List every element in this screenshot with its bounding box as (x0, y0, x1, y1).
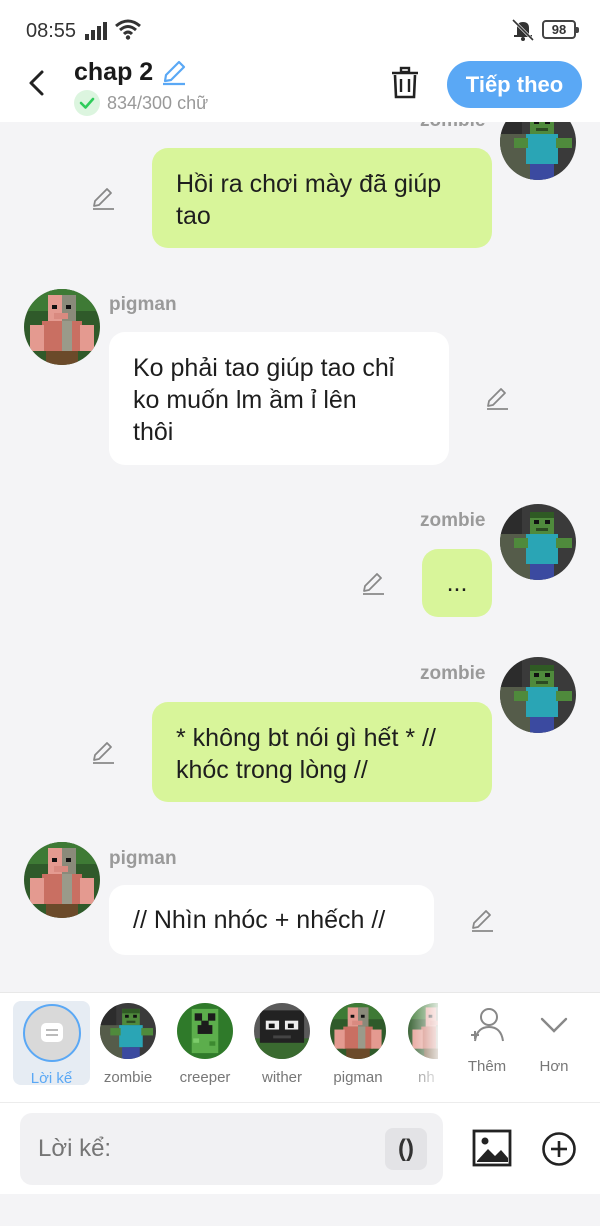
avatar-zombie[interactable] (500, 657, 576, 733)
chat-area[interactable]: zombie Hồi ra chơi mày đã giúp tao pigma… (0, 122, 600, 992)
edit-message-icon[interactable] (90, 739, 116, 765)
avatar-pigman (330, 1003, 386, 1059)
add-person-icon (471, 1008, 504, 1042)
plus-circle-icon[interactable] (541, 1131, 577, 1167)
message-bubble[interactable]: // Nhìn nhóc + nhếch // (109, 885, 434, 955)
message-sender: pigman (109, 294, 177, 315)
word-count: 834/300 chữ (107, 93, 209, 113)
character-label: creeper (179, 1069, 231, 1086)
edit-message-icon[interactable] (469, 907, 495, 933)
mute-icon (511, 18, 535, 42)
message-input[interactable] (20, 1113, 443, 1185)
narrator-avatar (22, 1004, 81, 1062)
message-line: * không bt nói gì hết * // (176, 724, 436, 752)
character-label: pigman (333, 1069, 383, 1086)
character-selector: Lời kể zombie creeper wither pigman nh T… (0, 992, 600, 1102)
message-line: thôi (133, 418, 174, 446)
narrator-label: Lời kể (30, 1070, 73, 1087)
character-wither[interactable]: wither (244, 1003, 320, 1086)
message-sender: zombie (420, 663, 486, 684)
character-label: zombie (103, 1069, 153, 1086)
add-character-button[interactable]: Thêm (457, 1005, 517, 1075)
character-pigman[interactable]: pigman (320, 1003, 396, 1086)
edit-message-icon[interactable] (90, 185, 116, 211)
parenthesis-button[interactable]: () (385, 1128, 427, 1170)
character-zombie[interactable]: zombie (90, 1003, 166, 1086)
avatar-creeper (177, 1003, 233, 1059)
next-button[interactable]: Tiếp theo (447, 61, 582, 108)
message-line: Ko phải tao giúp tao chỉ (133, 354, 395, 382)
avatar-pigman[interactable] (24, 289, 100, 365)
message-sender: pigman (109, 848, 177, 869)
message-bubble[interactable]: * không bt nói gì hết * // khóc trong lò… (152, 702, 492, 802)
chevron-down-icon (540, 1017, 568, 1033)
image-icon[interactable] (472, 1129, 512, 1167)
wifi-icon (115, 19, 141, 40)
system-nav-bar (0, 1194, 600, 1226)
message-line: khóc trong lòng // (176, 756, 368, 784)
composer: () (0, 1102, 600, 1194)
scroll-fade (405, 993, 445, 1093)
message-bubble[interactable]: Hồi ra chơi mày đã giúp tao (152, 148, 492, 248)
message-line: Hồi ra chơi mày đã giúp (176, 170, 442, 198)
message-line: ... (446, 569, 468, 597)
message-line: ko muốn lm ầm ỉ lên (133, 386, 357, 414)
chat-bubble-icon (40, 1023, 63, 1042)
back-icon[interactable] (24, 68, 50, 98)
expand-button[interactable]: Hơn (524, 1005, 584, 1075)
avatar-zombie[interactable] (500, 122, 576, 180)
chapter-title: chap 2 (74, 58, 154, 86)
check-icon (74, 90, 100, 116)
message-sender: zombie (420, 122, 485, 132)
status-bar: 08:55 98 (0, 0, 600, 58)
signal-icon (85, 22, 107, 40)
avatar-wither (254, 1003, 310, 1059)
message-line: // Nhìn nhóc + nhếch // (133, 906, 386, 934)
editor-header: chap 2 834/300 chữ Tiếp theo (0, 58, 600, 122)
expand-label: Hơn (539, 1058, 569, 1075)
edit-title-icon[interactable] (160, 58, 188, 86)
battery-indicator: 98 (542, 20, 579, 39)
character-narrator[interactable]: Lời kể (13, 1001, 90, 1087)
message-bubble[interactable]: ... (422, 549, 492, 617)
message-line: tao (176, 202, 211, 230)
avatar-pigman[interactable] (24, 842, 100, 918)
avatar-zombie[interactable] (500, 504, 576, 580)
character-label: wither (261, 1069, 302, 1086)
add-character-label: Thêm (467, 1058, 507, 1075)
trash-icon[interactable] (390, 66, 420, 100)
character-creeper[interactable]: creeper (167, 1003, 243, 1086)
avatar-zombie (100, 1003, 156, 1059)
edit-message-icon[interactable] (360, 570, 386, 596)
message-bubble[interactable]: Ko phải tao giúp tao chỉ ko muốn lm ầm ỉ… (109, 332, 449, 465)
edit-message-icon[interactable] (484, 385, 510, 411)
message-sender: zombie (420, 510, 486, 531)
status-time: 08:55 (26, 20, 77, 42)
